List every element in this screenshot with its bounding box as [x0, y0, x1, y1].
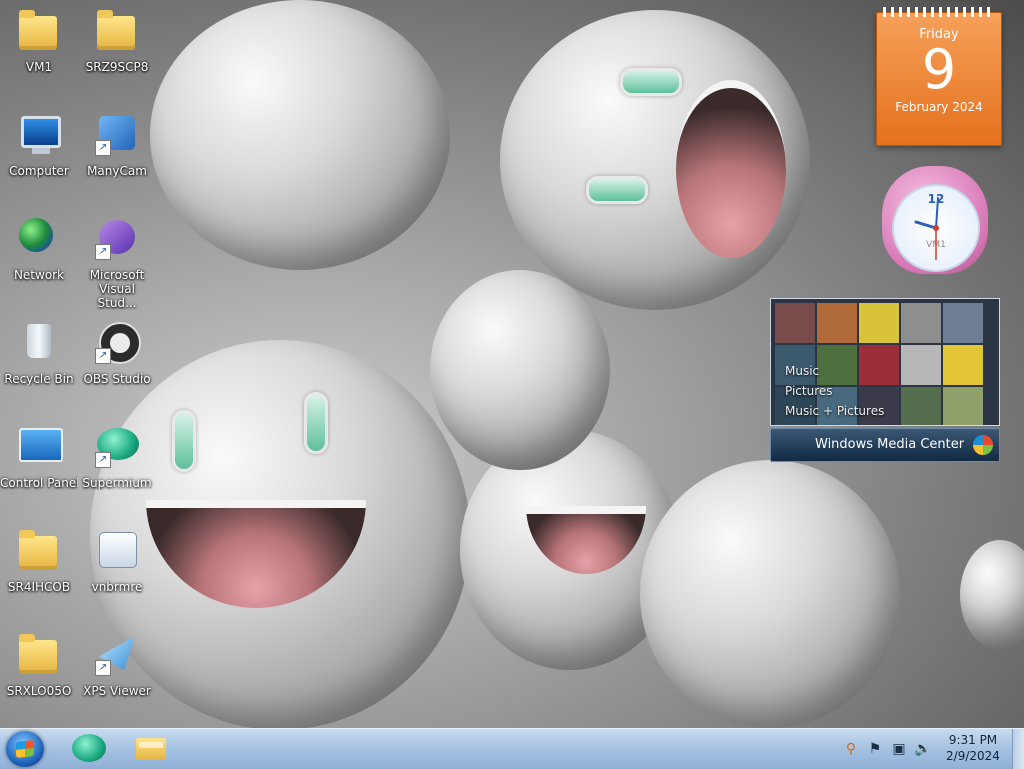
folder-icon — [97, 10, 135, 50]
desktop-icon-manycam[interactable]: ↗ ManyCam — [78, 106, 156, 202]
desktop-icon-recycle-bin[interactable]: Recycle Bin — [0, 314, 78, 410]
wallpaper-mouth — [676, 80, 786, 258]
network-tray-icon[interactable]: ▣ — [890, 740, 908, 758]
desktop-icon-label: XPS Viewer — [83, 684, 151, 698]
media-menu-music[interactable]: Music — [785, 361, 884, 381]
desktop-icon-srxlo05o[interactable]: SRXLO05O — [0, 626, 78, 722]
shortcut-arrow-icon: ↗ — [95, 244, 111, 260]
action-center-flag-icon[interactable]: ⚑ — [866, 740, 884, 758]
wallpaper-eye — [620, 68, 682, 96]
control-panel-icon — [19, 428, 63, 462]
wallpaper-eye — [172, 410, 196, 472]
shortcut-arrow-icon: ↗ — [95, 140, 111, 156]
desktop-icon-control-panel[interactable]: Control Panel — [0, 418, 78, 514]
start-button[interactable] — [6, 731, 44, 767]
desktop-icon-label: OBS Studio — [83, 372, 151, 386]
taskbar-time: 9:31 PM — [948, 733, 998, 747]
desktop-icon-label: Control Panel — [0, 476, 78, 490]
volume-icon[interactable]: 🔈 — [914, 740, 932, 758]
media-tiles: Music Pictures Music + Pictures — [770, 298, 1000, 426]
desktop-icon-label: SRXLO05O — [6, 684, 72, 698]
media-menu-pictures[interactable]: Pictures — [785, 381, 884, 401]
desktop-icon-vm1[interactable]: VM1 — [0, 2, 78, 98]
search-icon[interactable]: ⚲ — [842, 740, 860, 758]
clock-face: 12 VM1 — [892, 184, 980, 272]
media-center-title: Windows Media Center — [815, 437, 965, 452]
wallpaper-blob — [960, 540, 1024, 650]
desktop-icon-label: VM1 — [25, 60, 53, 74]
taskbar-date: 2/9/2024 — [946, 749, 1000, 763]
desktop-icons: VM1 SRZ9SCP8 Computer ↗ ManyCam Network … — [0, 0, 160, 728]
wallpaper-blob — [430, 270, 610, 470]
computer-icon — [21, 116, 61, 154]
desktop-icon-label: Network — [13, 268, 65, 282]
network-icon — [19, 218, 53, 252]
taskbar-supermium-button[interactable] — [60, 730, 116, 768]
desktop-icon-vnbrmre[interactable]: vnbrmre — [78, 522, 156, 618]
desktop-icon-label: Computer — [9, 164, 69, 178]
calendar-rings — [883, 7, 995, 17]
media-center-gadget[interactable]: Music Pictures Music + Pictures Windows … — [770, 298, 1000, 462]
calendar-day-number: 9 — [921, 38, 957, 101]
shortcut-arrow-icon: ↗ — [95, 348, 111, 364]
recycle-bin-icon — [27, 324, 51, 358]
wallpaper-eye — [304, 392, 328, 454]
desktop-icon-xps-viewer[interactable]: ↗ XPS Viewer — [78, 626, 156, 722]
desktop-icon-label: ManyCam — [87, 164, 147, 178]
desktop-icon-label: SRZ9SCP8 — [85, 60, 149, 74]
calendar-month-year: February 2024 — [895, 100, 983, 114]
desktop-icon-network[interactable]: Network — [0, 210, 78, 306]
folder-icon — [19, 530, 57, 570]
desktop-icon-label: SR4IHCOB — [7, 580, 71, 594]
desktop-icon-supermium[interactable]: ↗ Supermium — [78, 418, 156, 514]
desktop-icon-label: Recycle Bin — [4, 372, 74, 386]
wallpaper-blob — [640, 460, 900, 728]
taskbar-explorer-button[interactable] — [122, 730, 178, 768]
calendar-gadget[interactable]: Friday 9 February 2024 — [876, 7, 1002, 146]
desktop-icon-visual-studio[interactable]: ↗ Microsoft Visual Stud... — [78, 210, 156, 310]
media-menu: Music Pictures Music + Pictures — [785, 361, 884, 421]
clock-gadget[interactable]: 12 VM1 — [878, 160, 994, 280]
taskbar: ⚲ ⚑ ▣ 🔈 9:31 PM 2/9/2024 — [0, 728, 1024, 769]
supermium-icon — [72, 734, 106, 762]
user-folder-icon — [19, 10, 57, 50]
desktop-icon-label: Supermium — [82, 476, 152, 490]
installer-icon — [99, 532, 137, 568]
windows-logo-icon — [973, 435, 993, 455]
wallpaper-blob — [150, 0, 450, 270]
desktop-icon-sr4ihcob[interactable]: SR4IHCOB — [0, 522, 78, 618]
clock-hands-icon — [914, 197, 939, 260]
media-menu-music-pictures[interactable]: Music + Pictures — [785, 401, 884, 421]
desktop-icon-srz9scp8[interactable]: SRZ9SCP8 — [78, 2, 156, 98]
taskbar-clock[interactable]: 9:31 PM 2/9/2024 — [938, 732, 1008, 764]
shortcut-arrow-icon: ↗ — [95, 660, 111, 676]
media-center-bar[interactable]: Windows Media Center — [770, 428, 1000, 462]
folder-icon — [19, 634, 57, 674]
desktop-icon-label: Microsoft Visual Stud... — [89, 268, 145, 310]
show-desktop-button[interactable] — [1012, 729, 1024, 769]
desktop-icon-computer[interactable]: Computer — [0, 106, 78, 202]
shortcut-arrow-icon: ↗ — [95, 452, 111, 468]
desktop-icon-label: vnbrmre — [91, 580, 143, 594]
wallpaper-eye — [586, 176, 648, 204]
explorer-folder-icon — [136, 738, 166, 760]
desktop-icon-obs-studio[interactable]: ↗ OBS Studio — [78, 314, 156, 410]
